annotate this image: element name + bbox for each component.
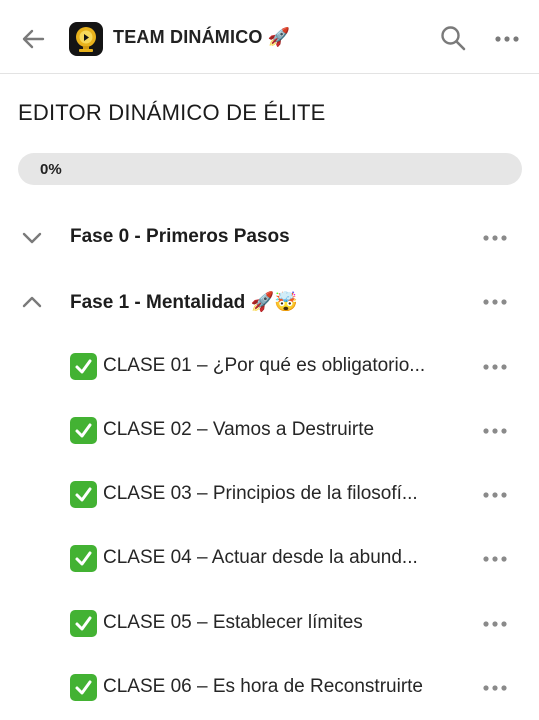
- app-bar: TEAM DINÁMICO 🚀: [0, 0, 539, 74]
- search-icon[interactable]: [439, 24, 467, 52]
- check-mark-icon: [70, 674, 97, 701]
- more-horizontal-icon[interactable]: [494, 30, 520, 48]
- trophy-logo-icon: [76, 27, 96, 52]
- progress-label: 0%: [40, 161, 62, 178]
- app-logo: [69, 22, 103, 56]
- check-mark-icon: [70, 353, 97, 380]
- lesson-title: CLASE 05 – Establecer límites: [103, 612, 363, 633]
- more-horizontal-icon[interactable]: [482, 358, 508, 376]
- check-mark-icon: [70, 610, 97, 637]
- section-fase-1[interactable]: Fase 1 - Mentalidad 🚀🤯: [0, 274, 539, 330]
- lesson-item-01[interactable]: CLASE 01 – ¿Por qué es obligatorio...: [0, 339, 539, 395]
- section-title: Fase 1 - Mentalidad 🚀🤯: [70, 292, 298, 313]
- check-mark-icon: [70, 417, 97, 444]
- chevron-up-icon[interactable]: [18, 288, 46, 316]
- more-horizontal-icon[interactable]: [482, 293, 508, 311]
- section-title: Fase 0 - Primeros Pasos: [70, 226, 290, 247]
- more-horizontal-icon[interactable]: [482, 229, 508, 247]
- lesson-title: CLASE 02 – Vamos a Destruirte: [103, 419, 375, 440]
- lesson-title: CLASE 04 – Actuar desde la abund...: [103, 547, 418, 568]
- check-mark-icon: [70, 481, 97, 508]
- lesson-title: CLASE 03 – Principios de la filosofí...: [103, 483, 418, 504]
- check-mark-icon: [70, 545, 97, 572]
- more-horizontal-icon[interactable]: [482, 486, 508, 504]
- lesson-title: CLASE 06 – Es hora de Reconstruirte: [103, 676, 424, 697]
- more-horizontal-icon[interactable]: [482, 615, 508, 633]
- course-title: EDITOR DINÁMICO DE ÉLITE: [18, 100, 326, 125]
- lesson-item-06[interactable]: CLASE 06 – Es hora de Reconstruirte: [0, 660, 539, 716]
- more-horizontal-icon[interactable]: [482, 679, 508, 697]
- lesson-item-03[interactable]: CLASE 03 – Principios de la filosofí...: [0, 467, 539, 523]
- arrow-left-icon[interactable]: [18, 24, 48, 54]
- app-title: TEAM DINÁMICO 🚀: [113, 27, 291, 47]
- chevron-down-icon[interactable]: [18, 224, 46, 252]
- lesson-item-02[interactable]: CLASE 02 – Vamos a Destruirte: [0, 403, 539, 459]
- more-horizontal-icon[interactable]: [482, 550, 508, 568]
- lesson-item-04[interactable]: CLASE 04 – Actuar desde la abund...: [0, 531, 539, 587]
- lesson-title: CLASE 01 – ¿Por qué es obligatorio...: [103, 355, 426, 376]
- course-progress-bar: 0%: [18, 153, 522, 185]
- more-horizontal-icon[interactable]: [482, 422, 508, 440]
- lesson-item-05[interactable]: CLASE 05 – Establecer límites: [0, 596, 539, 652]
- section-fase-0[interactable]: Fase 0 - Primeros Pasos: [0, 210, 539, 266]
